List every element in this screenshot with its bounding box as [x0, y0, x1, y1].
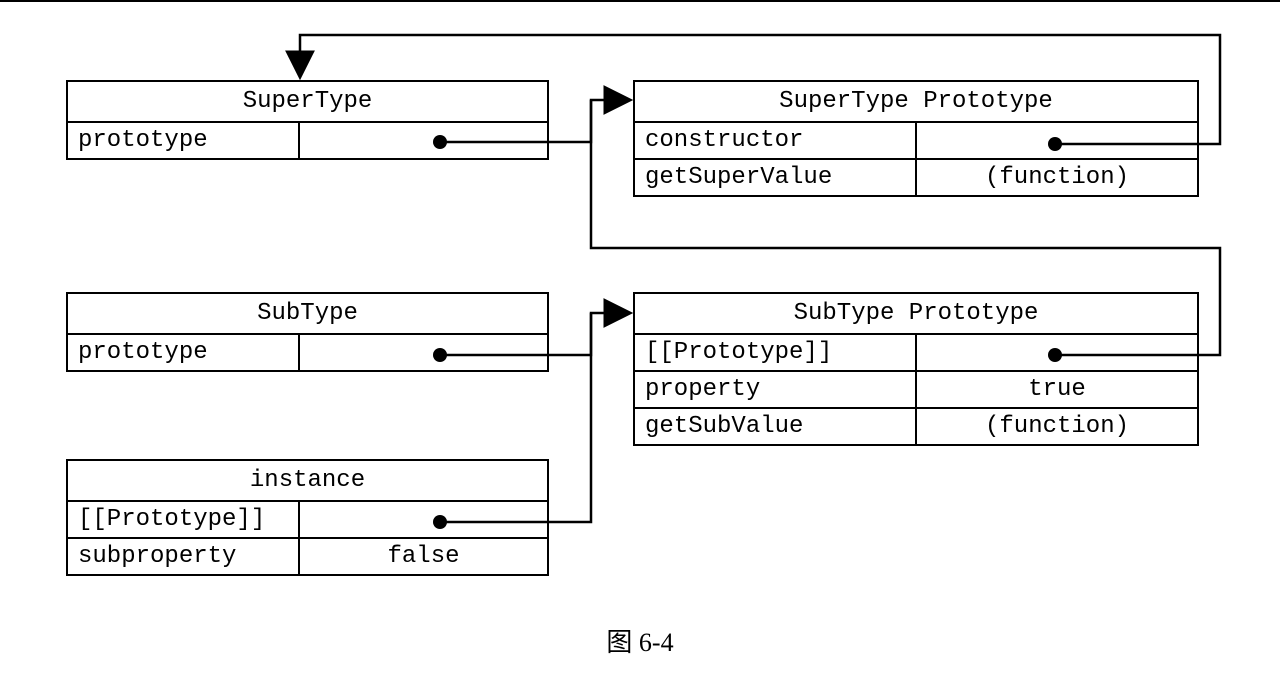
supertype-title: SuperType — [68, 82, 547, 123]
instance-box: instance [[Prototype]] subproperty false — [66, 459, 549, 576]
cell-key: prototype — [68, 123, 300, 158]
cell-value — [917, 123, 1197, 158]
figure-caption: 图 6-4 — [0, 622, 1280, 659]
table-row: getSubValue (function) — [635, 409, 1197, 444]
cell-value: (function) — [917, 409, 1197, 444]
table-row: getSuperValue (function) — [635, 160, 1197, 195]
cell-key: [[Prototype]] — [635, 335, 917, 370]
table-row: [[Prototype]] — [68, 502, 547, 539]
cell-value — [917, 335, 1197, 370]
table-row: constructor — [635, 123, 1197, 160]
subtype-proto-title: SubType Prototype — [635, 294, 1197, 335]
table-row: [[Prototype]] — [635, 335, 1197, 372]
cell-key: [[Prototype]] — [68, 502, 300, 537]
cell-key: getSuperValue — [635, 160, 917, 195]
instance-title: instance — [68, 461, 547, 502]
cell-value: true — [917, 372, 1197, 407]
table-row: property true — [635, 372, 1197, 409]
subtype-proto-box: SubType Prototype [[Prototype]] property… — [633, 292, 1199, 446]
cell-value: (function) — [917, 160, 1197, 195]
cell-key: subproperty — [68, 539, 300, 574]
cell-value: false — [300, 539, 547, 574]
table-row: subproperty false — [68, 539, 547, 574]
cell-key: getSubValue — [635, 409, 917, 444]
supertype-proto-box: SuperType Prototype constructor getSuper… — [633, 80, 1199, 197]
cell-key: property — [635, 372, 917, 407]
cell-value — [300, 335, 547, 370]
cell-value — [300, 123, 547, 158]
cell-key: constructor — [635, 123, 917, 158]
cell-value — [300, 502, 547, 537]
subtype-title: SubType — [68, 294, 547, 335]
cell-key: prototype — [68, 335, 300, 370]
table-row: prototype — [68, 123, 547, 158]
supertype-box: SuperType prototype — [66, 80, 549, 160]
supertype-proto-title: SuperType Prototype — [635, 82, 1197, 123]
table-row: prototype — [68, 335, 547, 370]
subtype-box: SubType prototype — [66, 292, 549, 372]
